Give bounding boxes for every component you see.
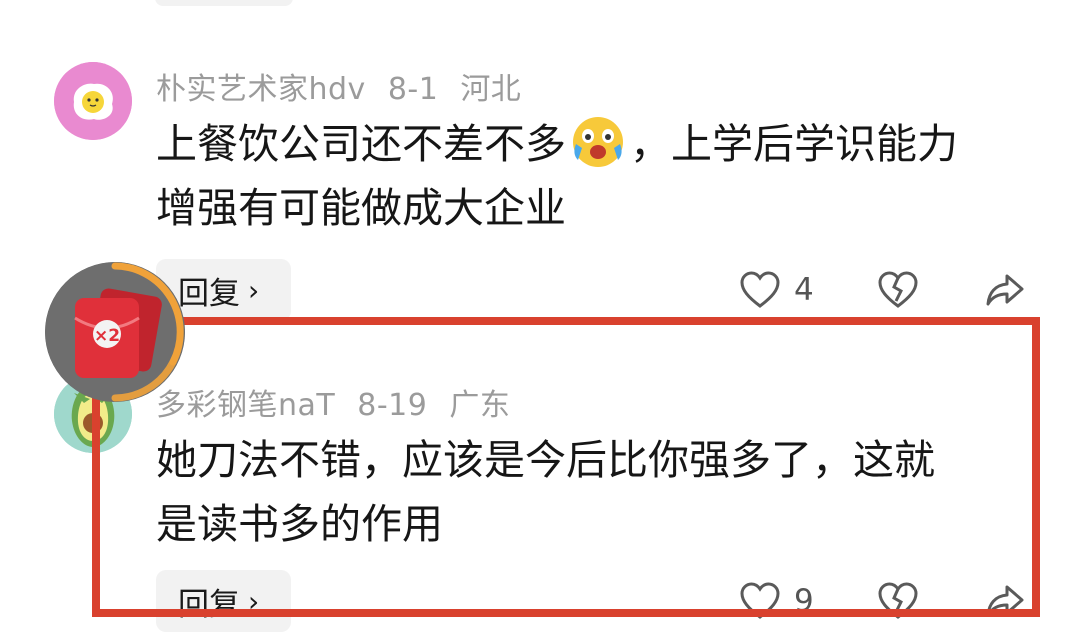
chevron-right-icon: › — [248, 273, 260, 307]
comment-location: 河北 — [460, 72, 522, 107]
comment-text-line: 是读书多的作用 — [156, 500, 443, 548]
comment-date: 8-19 — [357, 388, 428, 423]
comment-meta: 多彩钢笔naT 8-19 广东 — [156, 380, 532, 424]
reply-label: 回复 — [178, 275, 240, 312]
comment-text-line: 她刀法不错，应该是今后比你强多了，这就 — [156, 436, 935, 484]
comment-text: 她刀法不错，应该是今后比你强多了，这就 是读书多的作用 — [156, 428, 1026, 556]
share-button[interactable] — [985, 273, 1025, 307]
previous-reply-button[interactable] — [155, 0, 293, 6]
broken-heart-icon — [878, 271, 918, 308]
comment-text-line: 上餐饮公司还不差不多 — [156, 120, 566, 168]
chevron-right-icon: › — [248, 584, 260, 618]
like-count: 9 — [794, 583, 814, 619]
username[interactable]: 朴实艺术家hdv — [156, 72, 366, 107]
progress-ring — [111, 262, 184, 402]
share-button[interactable] — [985, 584, 1025, 618]
comment-text-line: 增强有可能做成大企业 — [156, 184, 566, 232]
dislike-button[interactable] — [878, 271, 918, 309]
reply-label: 回复 — [178, 586, 240, 623]
fried-egg-avatar-icon — [54, 62, 132, 140]
comment-text: 上餐饮公司还不差不多 ，上学后学识能力 增强有可能做成大企业 — [156, 112, 1026, 240]
comment-meta: 朴实艺术家hdv 8-1 河北 — [156, 64, 543, 108]
heart-icon — [740, 582, 780, 619]
like-count: 4 — [794, 272, 814, 308]
like-button[interactable]: 9 — [740, 582, 814, 620]
reply-button[interactable]: 回复 › — [156, 570, 291, 632]
comment-text-line: ，上学后学识能力 — [630, 120, 958, 168]
share-arrow-icon — [986, 585, 1024, 617]
crying-laughing-emoji-icon — [573, 117, 623, 167]
share-arrow-icon — [986, 274, 1024, 306]
dislike-button[interactable] — [878, 582, 918, 620]
comment-location: 广东 — [449, 388, 511, 423]
heart-icon — [740, 271, 780, 308]
broken-heart-icon — [878, 582, 918, 619]
comment-date: 8-1 — [387, 72, 439, 107]
user-avatar[interactable] — [54, 62, 132, 140]
like-button[interactable]: 4 — [740, 271, 814, 309]
